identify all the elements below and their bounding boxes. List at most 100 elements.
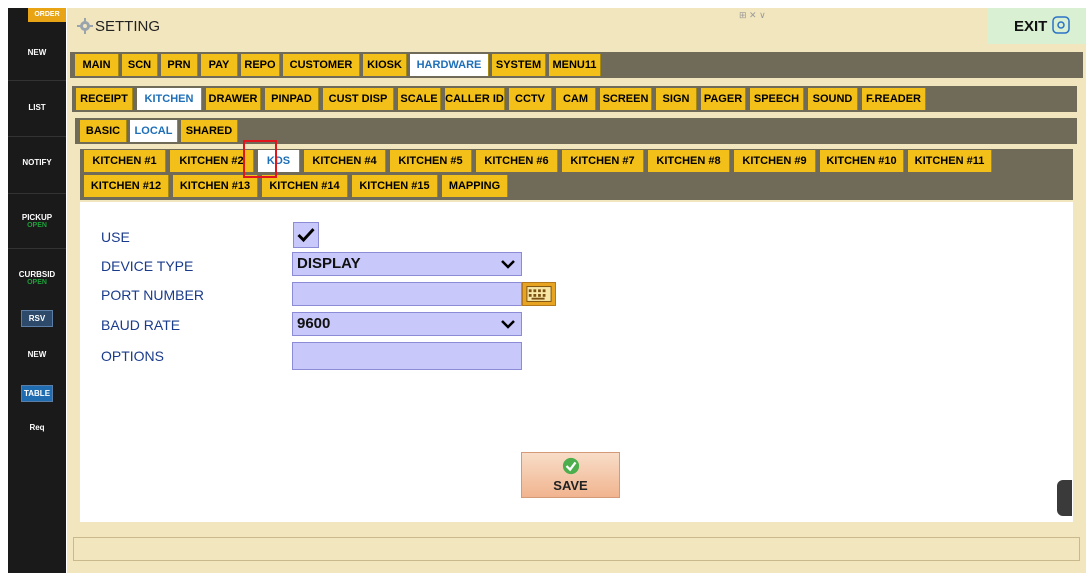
sidebar-divider bbox=[8, 248, 66, 249]
tab-kitchen[interactable]: KITCHEN bbox=[137, 88, 202, 110]
tab-repo[interactable]: REPO bbox=[241, 54, 280, 76]
chevron-down-icon bbox=[501, 320, 515, 329]
sidebar-divider bbox=[8, 80, 66, 81]
selection-highlight bbox=[243, 140, 277, 178]
tab-kitchen-1[interactable]: KITCHEN #1 bbox=[84, 150, 166, 172]
tab-kitchen-11[interactable]: KITCHEN #11 bbox=[908, 150, 992, 172]
tab-scn[interactable]: SCN bbox=[122, 54, 158, 76]
tab-kitchen-4[interactable]: KITCHEN #4 bbox=[304, 150, 386, 172]
sidebar-divider bbox=[8, 193, 66, 194]
tab-kitchen-7[interactable]: KITCHEN #7 bbox=[562, 150, 644, 172]
tab-mapping[interactable]: MAPPING bbox=[442, 175, 508, 197]
sidebar-item-new-2[interactable]: NEW bbox=[8, 350, 66, 359]
status-text: OPEN bbox=[27, 222, 47, 229]
tab-kitchen-2[interactable]: KITCHEN #2 bbox=[170, 150, 254, 172]
port-number-input[interactable] bbox=[292, 282, 522, 306]
tab-kitchen-8[interactable]: KITCHEN #8 bbox=[648, 150, 730, 172]
order-tab[interactable]: ORDER bbox=[28, 8, 66, 22]
tab-pinpad[interactable]: PINPAD bbox=[265, 88, 319, 110]
tab-sound[interactable]: SOUND bbox=[808, 88, 858, 110]
tab-pay[interactable]: PAY bbox=[201, 54, 238, 76]
tab-cam[interactable]: CAM bbox=[556, 88, 596, 110]
sidebar-item-new[interactable]: NEW bbox=[8, 48, 66, 57]
sidebar-item-label: Req bbox=[29, 423, 45, 432]
gear-icon bbox=[77, 18, 93, 34]
chevron-down-icon bbox=[501, 260, 515, 269]
sidebar-item-req[interactable]: Req bbox=[8, 423, 66, 432]
device-type-label: DEVICE TYPE bbox=[101, 258, 194, 274]
tab-receipt[interactable]: RECEIPT bbox=[76, 88, 133, 110]
sidebar-divider bbox=[8, 136, 66, 137]
baud-rate-select[interactable]: 9600 bbox=[292, 312, 522, 336]
tab-kitchen-14[interactable]: KITCHEN #14 bbox=[262, 175, 348, 197]
tab-kitchen-15[interactable]: KITCHEN #15 bbox=[352, 175, 438, 197]
sidebar-item-label: NEW bbox=[27, 48, 47, 57]
sidebar-item-label: TABLE bbox=[21, 385, 53, 402]
exit-button[interactable]: EXIT bbox=[987, 8, 1086, 44]
tab-prn[interactable]: PRN bbox=[161, 54, 198, 76]
options-label: OPTIONS bbox=[101, 348, 165, 364]
keyboard-icon bbox=[526, 286, 552, 302]
tab-local[interactable]: LOCAL bbox=[130, 120, 178, 142]
baud-rate-value: 9600 bbox=[297, 315, 331, 332]
device-type-value: DISPLAY bbox=[297, 255, 361, 272]
tab-drawer[interactable]: DRAWER bbox=[206, 88, 261, 110]
tab-kitchen-5[interactable]: KITCHEN #5 bbox=[390, 150, 472, 172]
tab-kitchen-9[interactable]: KITCHEN #9 bbox=[734, 150, 816, 172]
port-number-label: PORT NUMBER bbox=[101, 287, 204, 303]
checkmark-icon bbox=[297, 228, 315, 243]
window-mini-control[interactable]: ⊞ ✕ ∨ bbox=[739, 10, 791, 24]
use-label: USE bbox=[101, 229, 130, 245]
kitchen-tab-bar: BASIC LOCAL SHARED bbox=[75, 118, 1077, 144]
tab-system[interactable]: SYSTEM bbox=[492, 54, 546, 76]
tab-scale[interactable]: SCALE bbox=[398, 88, 441, 110]
sidebar-item-label: RSV bbox=[21, 310, 53, 327]
device-tab-bar: KITCHEN #1 KITCHEN #2 KDS KITCHEN #4 KITCHEN… bbox=[80, 149, 1073, 200]
status-text: OPEN bbox=[27, 279, 47, 286]
screenshot-icon[interactable] bbox=[1052, 16, 1070, 34]
tab-pager[interactable]: PAGER bbox=[701, 88, 746, 110]
status-strip bbox=[73, 537, 1080, 561]
tab-basic[interactable]: BASIC bbox=[80, 120, 127, 142]
tab-main[interactable]: MAIN bbox=[75, 54, 119, 76]
page-title: SETTING bbox=[95, 18, 161, 35]
tab-shared[interactable]: SHARED bbox=[181, 120, 238, 142]
side-drawer-handle[interactable] bbox=[1057, 480, 1072, 516]
tab-menu11[interactable]: MENU11 bbox=[549, 54, 601, 76]
sidebar-item-rsv[interactable]: RSV bbox=[8, 310, 66, 327]
sidebar-item-list[interactable]: LIST bbox=[8, 103, 66, 112]
use-checkbox[interactable] bbox=[293, 222, 319, 248]
sidebar-item-label: LIST bbox=[28, 103, 46, 112]
tab-kitchen-13[interactable]: KITCHEN #13 bbox=[173, 175, 258, 197]
sidebar-item-table[interactable]: TABLE bbox=[8, 385, 66, 402]
exit-label: EXIT bbox=[1014, 18, 1048, 35]
check-circle-icon bbox=[562, 457, 579, 475]
tab-kitchen-6[interactable]: KITCHEN #6 bbox=[476, 150, 558, 172]
tab-kiosk[interactable]: KIOSK bbox=[363, 54, 407, 76]
tab-caller-id[interactable]: CALLER ID bbox=[445, 88, 505, 110]
tab-customer[interactable]: CUSTOMER bbox=[283, 54, 360, 76]
device-type-select[interactable]: DISPLAY bbox=[292, 252, 522, 276]
sidebar-item-pickup[interactable]: PICKUP OPEN bbox=[8, 213, 66, 229]
sidebar-item-label: NEW bbox=[27, 350, 47, 359]
tab-speech[interactable]: SPEECH bbox=[750, 88, 804, 110]
hardware-tab-bar: RECEIPT KITCHEN DRAWER PINPAD CUST DISP SCALE… bbox=[72, 86, 1077, 112]
tab-sign[interactable]: SIGN bbox=[656, 88, 697, 110]
tab-kitchen-12[interactable]: KITCHEN #12 bbox=[84, 175, 169, 197]
tab-hardware[interactable]: HARDWARE bbox=[410, 54, 489, 76]
baud-rate-label: BAUD RATE bbox=[101, 317, 181, 333]
keyboard-button[interactable] bbox=[522, 282, 556, 306]
sidebar-item-label: NOTIFY bbox=[22, 158, 52, 167]
sidebar-item-label: CURBSID bbox=[18, 270, 56, 279]
tab-cust-disp[interactable]: CUST DISP bbox=[323, 88, 394, 110]
sidebar-item-curbside[interactable]: CURBSID OPEN bbox=[8, 270, 66, 286]
tab-screen[interactable]: SCREEN bbox=[600, 88, 652, 110]
tab-kitchen-10[interactable]: KITCHEN #10 bbox=[820, 150, 904, 172]
tab-f-reader[interactable]: F.READER bbox=[862, 88, 926, 110]
main-tab-bar: MAIN SCN PRN PAY REPO CUSTOMER KIOSK HARDWARE SY… bbox=[70, 52, 1083, 78]
left-sidebar: NEW LIST NOTIFY PICKUP OPEN CURBSID OPEN R… bbox=[8, 8, 66, 573]
options-input[interactable] bbox=[292, 342, 522, 370]
sidebar-item-notify[interactable]: NOTIFY bbox=[8, 158, 66, 167]
save-button[interactable]: SAVE bbox=[521, 452, 620, 498]
tab-cctv[interactable]: CCTV bbox=[509, 88, 552, 110]
